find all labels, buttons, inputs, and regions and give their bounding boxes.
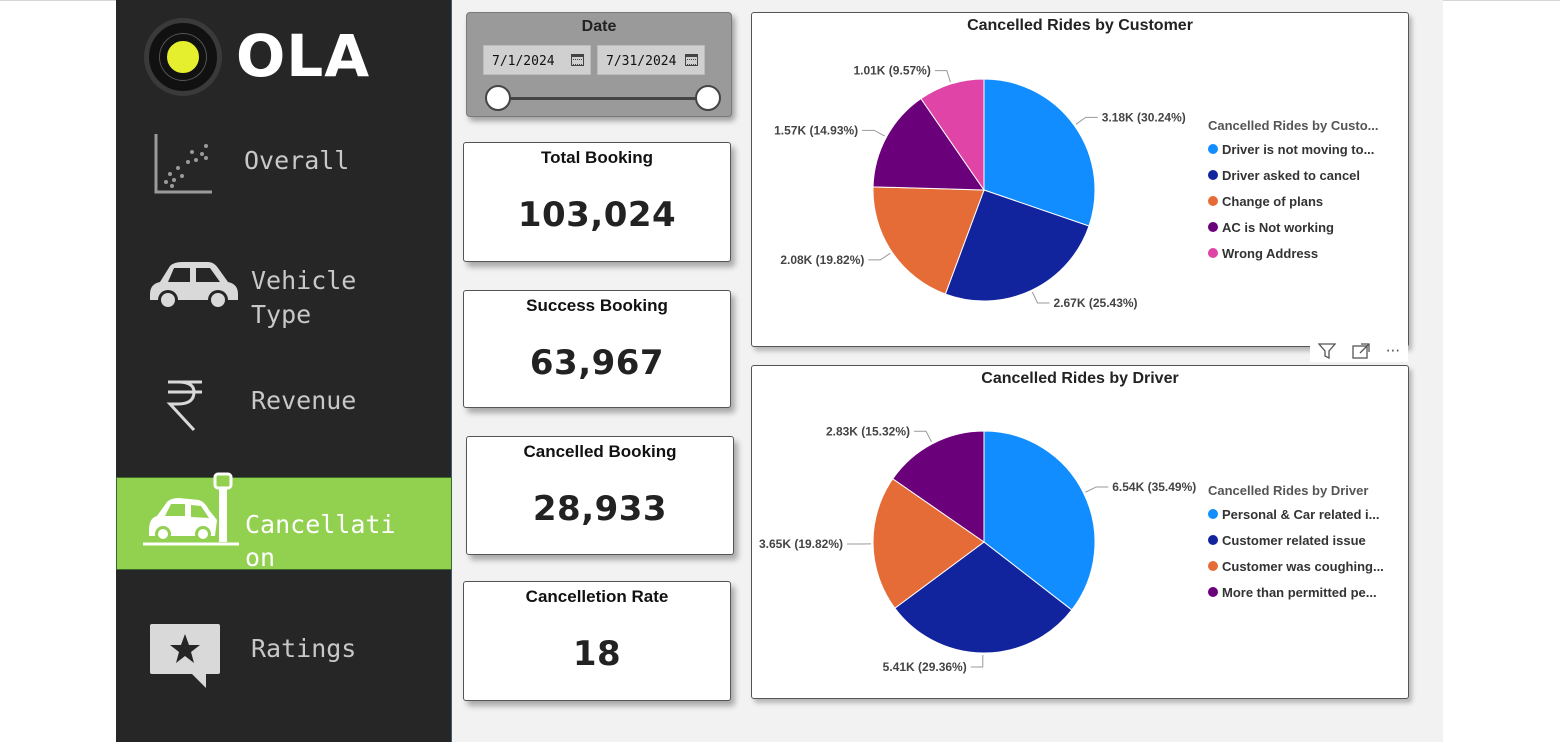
legend-label: Driver asked to cancel bbox=[1222, 167, 1361, 183]
end-date-input[interactable]: 7/31/2024 bbox=[597, 45, 705, 75]
chart-panel-customer[interactable]: Cancelled Rides by Customer 3.18K (30.24… bbox=[751, 12, 1409, 347]
pie-chart-driver: 6.54K (35.49%) 5.41K (29.36%) 3.65K (19.82… bbox=[759, 424, 1196, 674]
legend-item[interactable]: Wrong Address bbox=[1208, 240, 1379, 266]
data-label: 2.08K (19.82%) bbox=[780, 253, 864, 267]
nav-item-ratings[interactable]: Ratings bbox=[116, 620, 452, 690]
kpi-title: Cancelled Booking bbox=[523, 442, 677, 461]
nav-label-cancellation-line1: Cancellati bbox=[245, 510, 396, 539]
start-date-value: 7/1/2024 bbox=[492, 54, 555, 69]
legend-swatch bbox=[1208, 587, 1218, 597]
calendar-icon[interactable] bbox=[571, 54, 584, 66]
data-label: 1.57K (14.93%) bbox=[774, 123, 858, 137]
legend-label: Driver is not moving to... bbox=[1222, 141, 1375, 157]
legend-item[interactable]: AC is Not working bbox=[1208, 214, 1379, 240]
leader-line bbox=[1031, 291, 1050, 304]
kpi-title: Cancelletion Rate bbox=[525, 587, 669, 606]
leader-line bbox=[1085, 486, 1109, 493]
legend-customer: Cancelled Rides by Custo... Driver is no… bbox=[1208, 118, 1379, 266]
car-icon bbox=[150, 262, 238, 310]
end-date-value: 7/31/2024 bbox=[606, 54, 677, 69]
nav-label-cancellation-line2: on bbox=[245, 543, 276, 572]
start-date-input[interactable]: 7/1/2024 bbox=[483, 45, 591, 75]
data-label: 2.67K (25.43%) bbox=[1054, 296, 1138, 310]
date-slicer: Date 7/1/2024 7/31/2024 bbox=[466, 12, 732, 117]
nav-item-revenue[interactable]: Revenue bbox=[116, 374, 452, 434]
nav-item-overall[interactable]: Overall bbox=[116, 128, 452, 198]
leader-line bbox=[934, 70, 951, 83]
car-crash-icon bbox=[143, 472, 239, 546]
legend-swatch bbox=[1208, 222, 1218, 232]
legend-item[interactable]: Driver asked to cancel bbox=[1208, 162, 1379, 188]
nav-item-vehicle-type[interactable]: Vehicle Type bbox=[116, 256, 452, 336]
star-review-icon bbox=[150, 624, 220, 688]
date-range-end-handle[interactable] bbox=[695, 85, 721, 111]
more-options-icon[interactable]: ··· bbox=[1386, 342, 1400, 360]
nav-label-vehicle-type-line1: Vehicle bbox=[251, 266, 357, 295]
kpi-card-total-booking: Total Booking 103,024 bbox=[463, 142, 731, 262]
data-label: 6.54K (35.49%) bbox=[1112, 480, 1196, 494]
kpi-value: 18 bbox=[572, 634, 622, 674]
kpi-title: Success Booking bbox=[526, 296, 668, 315]
legend-item[interactable]: Personal & Car related i... bbox=[1208, 501, 1384, 527]
leader-line bbox=[1075, 116, 1098, 125]
rupee-icon bbox=[166, 380, 202, 432]
legend-swatch bbox=[1208, 561, 1218, 571]
legend-item[interactable]: Change of plans bbox=[1208, 188, 1379, 214]
pie-chart-customer: 3.18K (30.24%) 2.67K (25.43%) 2.08K (19.82… bbox=[774, 64, 1186, 310]
data-label: 5.41K (29.36%) bbox=[883, 660, 967, 674]
kpi-value: 103,024 bbox=[517, 195, 677, 235]
legend-title: Cancelled Rides by Driver bbox=[1208, 483, 1369, 498]
legend-item[interactable]: Driver is not moving to... bbox=[1208, 136, 1379, 162]
filter-icon[interactable] bbox=[1317, 343, 1336, 359]
legend-label: Personal & Car related i... bbox=[1222, 506, 1380, 522]
data-label: 3.65K (19.82%) bbox=[759, 537, 843, 551]
nav-label-vehicle-type-line2: Type bbox=[251, 300, 312, 329]
kpi-card-cancellation-rate: Cancelletion Rate 18 bbox=[463, 581, 731, 701]
nav-label-revenue: Revenue bbox=[251, 386, 357, 415]
chart-panel-driver[interactable]: Cancelled Rides by Driver 6.54K (35.49%)… bbox=[751, 365, 1409, 699]
kpi-value: 28,933 bbox=[532, 489, 668, 529]
leader-line bbox=[862, 129, 885, 137]
legend-swatch bbox=[1208, 248, 1218, 258]
leader-line bbox=[868, 252, 891, 261]
legend-title: Cancelled Rides by Custo... bbox=[1208, 118, 1379, 133]
legend-swatch bbox=[1208, 170, 1218, 180]
date-slicer-title: Date bbox=[581, 18, 617, 35]
data-label: 3.18K (30.24%) bbox=[1102, 110, 1186, 124]
legend-swatch bbox=[1208, 535, 1218, 545]
data-label: 2.83K (15.32%) bbox=[826, 424, 910, 438]
nav-label-overall: Overall bbox=[244, 146, 350, 175]
legend-item[interactable]: More than permitted pe... bbox=[1208, 579, 1384, 605]
visual-header: ··· bbox=[1310, 340, 1408, 362]
kpi-value: 63,967 bbox=[529, 343, 665, 383]
ola-logo: OLA bbox=[144, 18, 384, 98]
kpi-title: Total Booking bbox=[540, 148, 654, 167]
date-range-track[interactable] bbox=[499, 97, 709, 100]
nav-item-cancellation[interactable]: Cancellati on bbox=[116, 472, 452, 572]
leader-line bbox=[970, 654, 984, 668]
focus-mode-icon[interactable] bbox=[1352, 343, 1370, 359]
scatter-chart-icon bbox=[154, 134, 212, 194]
leader-line bbox=[914, 430, 933, 443]
legend-label: Customer related issue bbox=[1222, 532, 1366, 548]
legend-item[interactable]: Customer was coughing... bbox=[1208, 553, 1384, 579]
calendar-icon[interactable] bbox=[685, 54, 698, 66]
legend-swatch bbox=[1208, 509, 1218, 519]
data-label: 1.01K (9.57%) bbox=[853, 64, 930, 78]
legend-label: Wrong Address bbox=[1222, 245, 1319, 261]
legend-driver: Cancelled Rides by Driver Personal & Car… bbox=[1208, 483, 1384, 605]
kpi-card-success-booking: Success Booking 63,967 bbox=[463, 290, 731, 408]
kpi-card-cancelled-booking: Cancelled Booking 28,933 bbox=[466, 436, 734, 555]
legend-label: More than permitted pe... bbox=[1222, 584, 1377, 600]
ola-logo-mark-icon bbox=[144, 18, 222, 96]
legend-swatch bbox=[1208, 144, 1218, 154]
legend-label: Customer was coughing... bbox=[1222, 558, 1384, 574]
legend-swatch bbox=[1208, 196, 1218, 206]
legend-label: AC is Not working bbox=[1222, 219, 1334, 235]
nav-label-ratings: Ratings bbox=[251, 634, 357, 663]
ola-logo-text: OLA bbox=[236, 22, 371, 90]
date-range-start-handle[interactable] bbox=[485, 85, 511, 111]
legend-label: Change of plans bbox=[1222, 193, 1324, 209]
legend-item[interactable]: Customer related issue bbox=[1208, 527, 1384, 553]
